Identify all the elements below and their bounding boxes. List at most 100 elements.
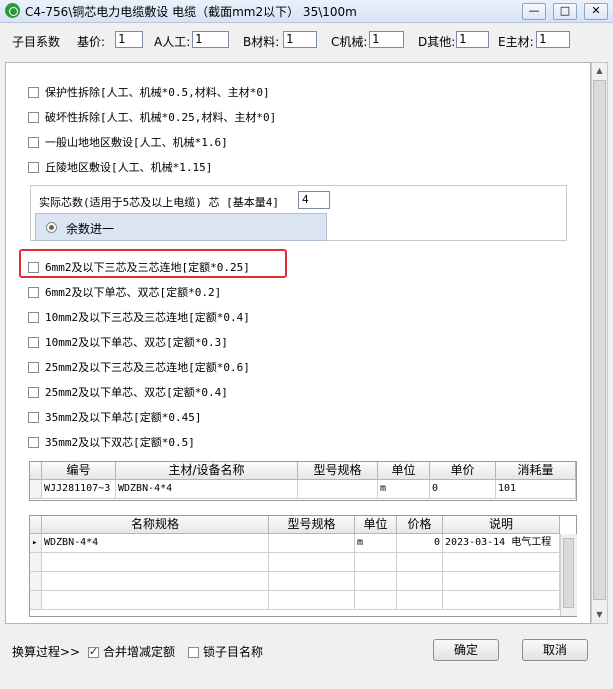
option-10mm-single-core[interactable]: 10mm2及以下单芯、双芯[定额*0.3] [28,335,228,351]
checkbox-icon[interactable] [28,287,39,298]
scroll-up-icon[interactable]: ▲ [592,63,607,79]
spec-table-scrollbar[interactable] [560,534,577,616]
checkbox-icon[interactable] [28,312,39,323]
checkbox-icon[interactable] [28,87,39,98]
vertical-scrollbar[interactable]: ▲ ▼ [591,62,608,624]
row-selected-icon: ▸ [30,534,42,553]
table-cell[interactable]: m [378,480,430,499]
option-25mm-single-core[interactable]: 25mm2及以下单芯、双芯[定额*0.4] [28,385,228,401]
column-header[interactable]: 价格 [397,516,443,534]
labor-input[interactable]: 1 [192,31,229,48]
row-header-cell [30,480,42,499]
main-material-input[interactable]: 1 [536,31,570,48]
core-count-input[interactable]: 4 [298,191,330,209]
machine-label: C机械: [331,35,368,49]
machine-input[interactable]: 1 [369,31,404,48]
table-cell[interactable]: WDZBN-4*4 [42,534,269,553]
table-cell[interactable]: 2023-03-14 电气工程 [443,534,560,553]
calc-process-link[interactable]: 换算过程>> [12,643,80,660]
highlight-box [19,249,287,278]
table-cell[interactable] [397,591,443,610]
table-cell[interactable] [42,591,269,610]
scroll-thumb[interactable] [563,538,574,608]
table-cell[interactable] [355,591,397,610]
option-protective-removal[interactable]: 保护性拆除[人工、机械*0.5,材料、主材*0] [28,85,270,101]
minimize-button[interactable]: — [522,3,546,20]
table-cell[interactable] [397,553,443,572]
option-mountain-area[interactable]: 一般山地地区敷设[人工、机械*1.6] [28,135,228,151]
option-hilly-area[interactable]: 丘陵地区敷设[人工、机械*1.15] [28,160,212,176]
option-25mm-three-core[interactable]: 25mm2及以下三芯及三芯连地[定额*0.6] [28,360,250,376]
window-title: C4-756\铜芯电力电缆敷设 电缆（截面mm2以下） 35\100m [25,5,357,19]
material-input[interactable]: 1 [283,31,317,48]
checkbox-icon[interactable] [28,162,39,173]
main-material-label: E主材: [498,35,534,49]
checkbox-icon[interactable] [28,437,39,448]
column-header[interactable]: 型号规格 [269,516,355,534]
scroll-down-icon[interactable]: ▼ [592,607,607,623]
footer: 换算过程>> 合并增减定额 锁子目名称 确定 取消 [0,632,613,672]
table-cell[interactable] [355,572,397,591]
table-cell[interactable]: 101 [496,480,576,499]
row-header-cell [30,572,42,591]
ok-button[interactable]: 确定 [433,639,499,661]
checkbox-icon[interactable] [28,137,39,148]
table-cell[interactable] [42,572,269,591]
table-cell[interactable]: 0 [430,480,496,499]
material-label: B材料: [243,35,280,49]
close-button[interactable]: ✕ [584,3,608,20]
table-cell[interactable] [269,534,355,553]
table-cell[interactable] [269,591,355,610]
checkbox-icon[interactable] [188,647,199,658]
column-header[interactable]: 主材/设备名称 [116,462,298,480]
option-destructive-removal[interactable]: 破坏性拆除[人工、机械*0.25,材料、主材*0] [28,110,276,126]
radio-icon[interactable] [46,222,57,233]
column-header[interactable]: 单价 [430,462,496,480]
checkbox-icon[interactable] [28,412,39,423]
lock-name-checkbox[interactable]: 锁子目名称 [188,643,263,660]
column-header[interactable]: 单位 [355,516,397,534]
option-10mm-three-core[interactable]: 10mm2及以下三芯及三芯连地[定额*0.4] [28,310,250,326]
option-6mm-single-core[interactable]: 6mm2及以下单芯、双芯[定额*0.2] [28,285,221,301]
table-cell[interactable] [269,572,355,591]
table-cell[interactable]: WJJ281107~3 [42,480,116,499]
cancel-button[interactable]: 取消 [522,639,588,661]
table-cell[interactable]: m [355,534,397,553]
table-cell[interactable]: 0 [397,534,443,553]
table-cell[interactable] [355,553,397,572]
table-cell[interactable] [443,553,560,572]
scroll-thumb[interactable] [593,80,606,600]
checkbox-checked-icon[interactable] [88,645,99,658]
column-header[interactable]: 型号规格 [298,462,378,480]
option-35mm-double-core[interactable]: 35mm2及以下双芯[定额*0.5] [28,435,195,451]
column-header[interactable]: 单位 [378,462,430,480]
base-price-input[interactable]: 1 [115,31,143,48]
row-header-cell [30,553,42,572]
checkbox-icon[interactable] [28,112,39,123]
material-table: 编号 主材/设备名称 型号规格 单位 单价 消耗量 WJJ281107~3 WD… [29,461,577,501]
table-cell[interactable]: WDZBN-4*4 [116,480,298,499]
checkbox-icon[interactable] [28,362,39,373]
table-cell[interactable] [42,553,269,572]
base-price-label: 基价: [77,35,106,49]
core-count-group: 实际芯数(适用于5芯及以上电缆) 芯 [基本量4] 4 余数进一 [30,185,567,241]
other-label: D其他: [418,35,456,49]
round-up-label: 余数进一 [66,222,115,236]
table-cell[interactable] [443,591,560,610]
column-header[interactable]: 编号 [42,462,116,480]
table-cell[interactable] [443,572,560,591]
checkbox-icon[interactable] [28,387,39,398]
table-cell[interactable] [397,572,443,591]
option-35mm-single-core[interactable]: 35mm2及以下单芯[定额*0.45] [28,410,201,426]
table-cell[interactable] [298,480,378,499]
checkbox-icon[interactable] [28,337,39,348]
table-cell[interactable] [269,553,355,572]
app-logo-icon [5,3,20,18]
column-header[interactable]: 消耗量 [496,462,576,480]
other-input[interactable]: 1 [456,31,489,48]
column-header[interactable]: 名称规格 [42,516,269,534]
column-header[interactable]: 说明 [443,516,560,534]
round-up-option[interactable]: 余数进一 [35,213,327,241]
merge-quota-checkbox[interactable]: 合并增减定额 [88,643,175,660]
maximize-button[interactable]: □ [553,3,577,20]
